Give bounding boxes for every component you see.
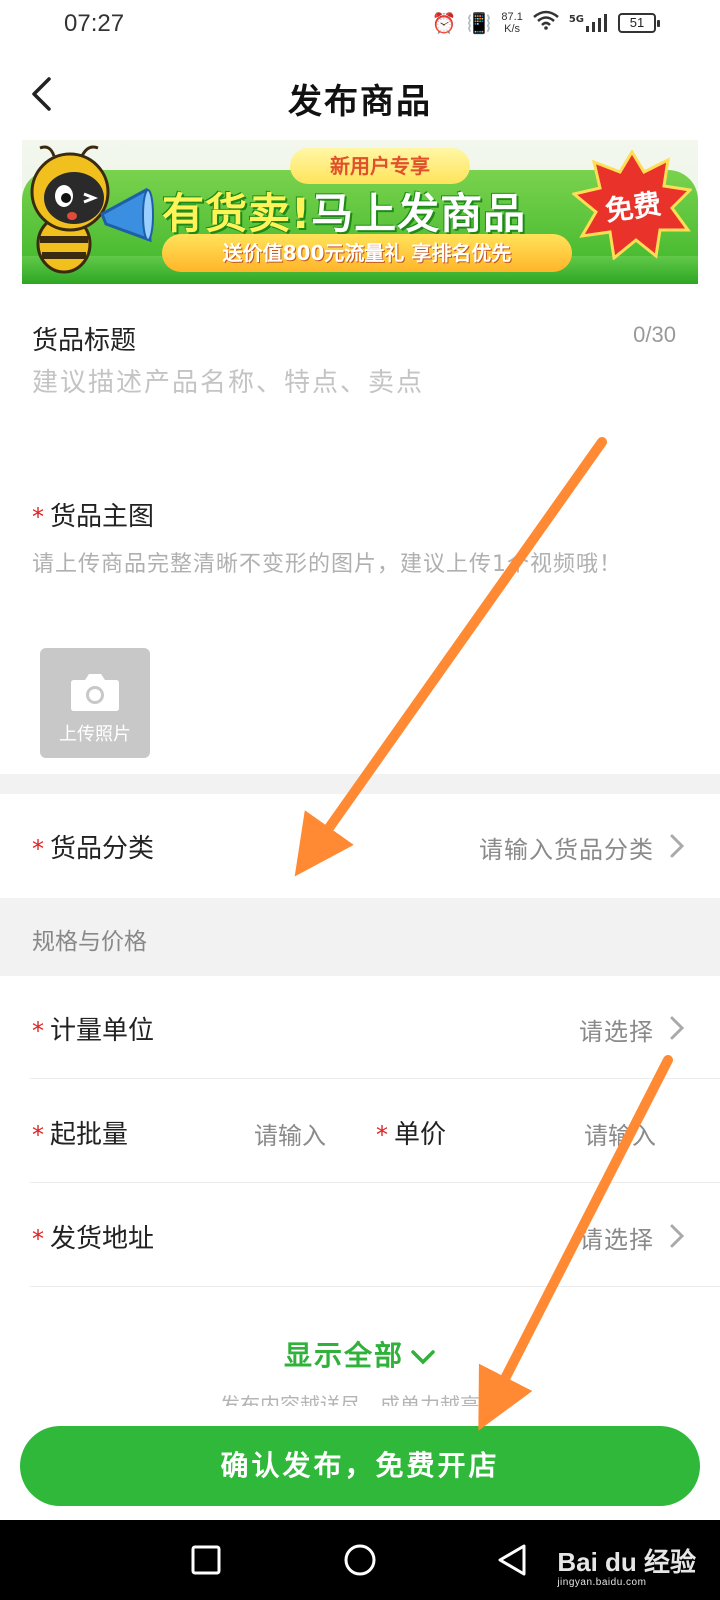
back-nav-button[interactable] bbox=[490, 1538, 534, 1582]
confirm-publish-button[interactable]: 确认发布，免费开店 bbox=[20, 1426, 700, 1506]
spec-section-title: 规格与价格 bbox=[32, 929, 147, 955]
unit-row[interactable]: * 计量单位 请选择 bbox=[0, 976, 720, 1080]
net-speed: 87.1 K/s bbox=[501, 10, 523, 35]
main-image-label: * 货品主图 bbox=[32, 502, 155, 532]
unit-placeholder: 请选择 bbox=[579, 1018, 654, 1046]
upload-photo-label: 上传照片 bbox=[59, 724, 131, 745]
system-nav-bar: Bai du 经验 jingyan.baidu.com bbox=[0, 1520, 720, 1600]
wifi-icon bbox=[533, 10, 559, 35]
page-title: 发布商品 bbox=[288, 82, 432, 122]
footer-note: 发布内容越详尽，成单力越高哦 bbox=[220, 1393, 500, 1406]
min-order-label: * 起批量 bbox=[32, 1120, 129, 1150]
promo-banner[interactable]: 新用户专享 有货卖!马上发商品 送价值800元流量礼 享排名优先 免费 bbox=[22, 140, 698, 284]
upload-photo-button[interactable]: 上传照片 bbox=[40, 648, 150, 758]
title-input[interactable] bbox=[32, 368, 682, 398]
home-button[interactable] bbox=[338, 1538, 382, 1582]
vibrate-icon: 📳 bbox=[466, 10, 492, 35]
min-order-input[interactable]: 请输入 bbox=[254, 1116, 326, 1151]
unit-price-label: * 单价 bbox=[376, 1120, 447, 1150]
quantity-price-row: * 起批量 请输入 * 单价 请输入 bbox=[0, 1080, 720, 1184]
chevron-down-icon bbox=[411, 1350, 435, 1365]
cellular-icon: 5G bbox=[569, 13, 608, 32]
banner-headline: 有货卖!马上发商品 bbox=[162, 189, 527, 238]
chevron-right-icon bbox=[670, 1224, 685, 1248]
battery-icon: 51 bbox=[618, 12, 660, 33]
bee-mascot-icon bbox=[30, 145, 154, 274]
section-gap bbox=[0, 774, 720, 794]
alarm-icon: ⏰ bbox=[431, 10, 457, 35]
ship-address-row[interactable]: * 发货地址 请选择 bbox=[0, 1184, 720, 1288]
banner-subline: 送价值800元流量礼 享排名优先 bbox=[162, 234, 572, 272]
chevron-right-icon bbox=[670, 1016, 685, 1040]
category-placeholder: 请输入货品分类 bbox=[479, 836, 654, 864]
new-user-tag: 新用户专享 bbox=[290, 148, 470, 184]
divider bbox=[30, 1182, 720, 1183]
category-row[interactable]: * 货品分类 请输入货品分类 bbox=[0, 794, 720, 898]
unit-label: * 计量单位 bbox=[32, 1016, 155, 1046]
show-all-button[interactable]: 显示全部 bbox=[0, 1334, 720, 1374]
divider bbox=[30, 1286, 720, 1287]
circle-icon bbox=[344, 1544, 376, 1576]
baidu-jingyan-watermark: Bai du 经验 jingyan.baidu.com bbox=[557, 1547, 696, 1588]
triangle-back-icon bbox=[498, 1544, 526, 1576]
status-bar: 07:27 ⏰ 📳 87.1 K/s 5G 51 bbox=[0, 0, 720, 48]
unit-price-input[interactable]: 请输入 bbox=[584, 1116, 656, 1151]
recents-button[interactable] bbox=[184, 1538, 228, 1582]
square-icon bbox=[191, 1545, 221, 1575]
ship-address-placeholder: 请选择 bbox=[579, 1226, 654, 1254]
status-time: 07:27 bbox=[64, 10, 125, 37]
chevron-right-icon bbox=[670, 834, 685, 858]
title-char-counter: 0/30 bbox=[633, 322, 676, 347]
category-label: * 货品分类 bbox=[32, 834, 155, 864]
app-header: 发布商品 bbox=[0, 48, 720, 140]
divider bbox=[30, 1078, 720, 1079]
title-field-label: 货品标题 bbox=[32, 326, 137, 356]
ship-address-label: * 发货地址 bbox=[32, 1224, 155, 1254]
required-mark: * bbox=[32, 503, 44, 531]
status-icons: ⏰ 📳 87.1 K/s 5G 51 bbox=[431, 10, 660, 35]
main-image-description: 请上传商品完整清晰不变形的图片，建议上传1个视频哦！ bbox=[32, 552, 622, 577]
camera-icon bbox=[71, 674, 119, 711]
